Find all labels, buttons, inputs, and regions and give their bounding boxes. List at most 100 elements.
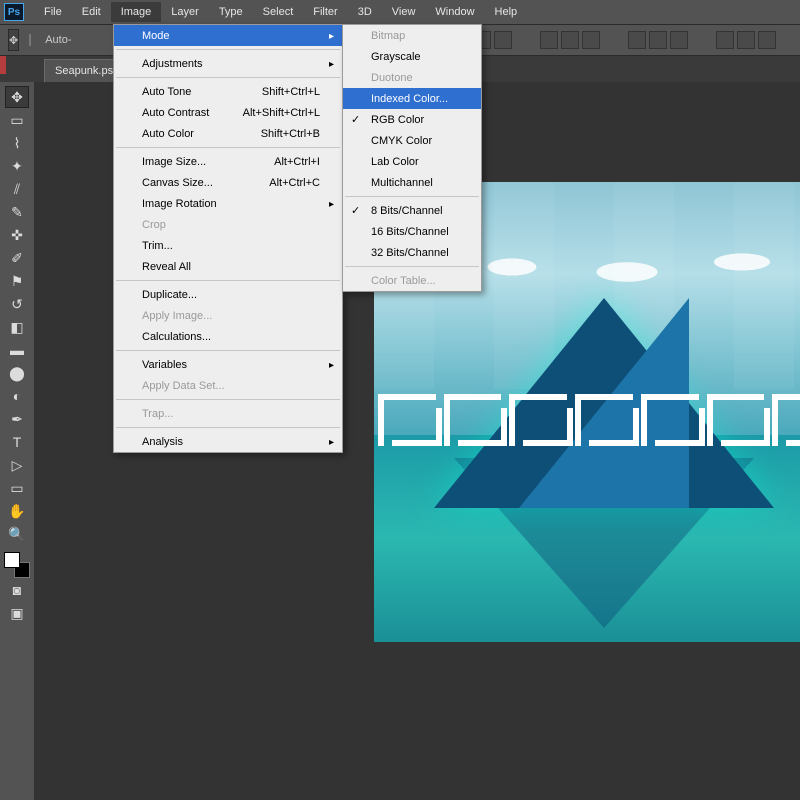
rectangle-tool[interactable]: ▭ bbox=[5, 477, 29, 499]
align-icon[interactable] bbox=[540, 31, 558, 49]
gradient-tool[interactable]: ▬ bbox=[5, 339, 29, 361]
shortcut-label: Shift+Ctrl+L bbox=[262, 86, 320, 98]
mode-grayscale[interactable]: Grayscale bbox=[343, 46, 481, 67]
menubar: Ps File Edit Image Layer Type Select Fil… bbox=[0, 0, 800, 24]
image-menu-adjustments[interactable]: Adjustments bbox=[114, 53, 342, 74]
distribute-group bbox=[628, 31, 688, 49]
menu-separator bbox=[116, 427, 340, 428]
distribute-icon[interactable] bbox=[628, 31, 646, 49]
photoshop-logo: Ps bbox=[4, 3, 24, 21]
mode-32-bits[interactable]: 32 Bits/Channel bbox=[343, 242, 481, 263]
mode-indexed-color[interactable]: Indexed Color... bbox=[343, 88, 481, 109]
menu-separator bbox=[345, 196, 479, 197]
image-menu-auto-tone[interactable]: Auto ToneShift+Ctrl+L bbox=[114, 81, 342, 102]
submenu-arrow-icon bbox=[329, 30, 334, 42]
mode-cmyk-color[interactable]: CMYK Color bbox=[343, 130, 481, 151]
eraser-tool[interactable]: ◧ bbox=[5, 316, 29, 338]
menu-3d[interactable]: 3D bbox=[348, 2, 382, 22]
image-menu-reveal-all[interactable]: Reveal All bbox=[114, 256, 342, 277]
checkmark-icon bbox=[351, 204, 360, 217]
tools-panel: ✥ ▭ ⌇ ✦ ⫽ ✎ ✜ ✐ ⚑ ↺ ◧ ▬ ⬤ ◐ ✒ T ▷ ▭ ✋ 🔍 … bbox=[0, 82, 34, 624]
brush-tool[interactable]: ✐ bbox=[5, 247, 29, 269]
align-icon[interactable] bbox=[561, 31, 579, 49]
color-swatches[interactable] bbox=[4, 552, 30, 578]
distribute-icon[interactable] bbox=[758, 31, 776, 49]
distribute-icon[interactable] bbox=[649, 31, 667, 49]
mode-multichannel[interactable]: Multichannel bbox=[343, 172, 481, 193]
rectangular-marquee-tool[interactable]: ▭ bbox=[5, 109, 29, 131]
move-tool-icon[interactable]: ✥ bbox=[8, 29, 19, 51]
menu-help[interactable]: Help bbox=[485, 2, 528, 22]
image-menu-crop: Crop bbox=[114, 214, 342, 235]
image-menu-trap: Trap... bbox=[114, 403, 342, 424]
shortcut-label: Alt+Shift+Ctrl+L bbox=[243, 107, 320, 119]
submenu-arrow-icon bbox=[329, 359, 334, 371]
menu-file[interactable]: File bbox=[34, 2, 72, 22]
mode-rgb-color[interactable]: RGB Color bbox=[343, 109, 481, 130]
image-menu-mode[interactable]: Mode bbox=[114, 25, 342, 46]
menu-separator bbox=[116, 280, 340, 281]
image-menu-trim[interactable]: Trim... bbox=[114, 235, 342, 256]
type-tool[interactable]: T bbox=[5, 431, 29, 453]
crop-tool[interactable]: ⫽ bbox=[5, 178, 29, 200]
menu-layer[interactable]: Layer bbox=[161, 2, 209, 22]
pen-tool[interactable]: ✒ bbox=[5, 408, 29, 430]
move-tool[interactable]: ✥ bbox=[5, 86, 29, 108]
mode-duotone: Duotone bbox=[343, 67, 481, 88]
menu-type[interactable]: Type bbox=[209, 2, 253, 22]
image-menu-duplicate[interactable]: Duplicate... bbox=[114, 284, 342, 305]
image-menu-variables[interactable]: Variables bbox=[114, 354, 342, 375]
auto-select-checkbox[interactable] bbox=[29, 34, 31, 46]
zoom-tool[interactable]: 🔍 bbox=[5, 523, 29, 545]
align-icon[interactable] bbox=[582, 31, 600, 49]
blur-tool[interactable]: ⬤ bbox=[5, 362, 29, 384]
image-menu-apply-data-set: Apply Data Set... bbox=[114, 375, 342, 396]
lasso-tool[interactable]: ⌇ bbox=[5, 132, 29, 154]
image-menu-analysis[interactable]: Analysis bbox=[114, 431, 342, 452]
mode-16-bits[interactable]: 16 Bits/Channel bbox=[343, 221, 481, 242]
mode-color-table: Color Table... bbox=[343, 270, 481, 291]
menu-window[interactable]: Window bbox=[425, 2, 484, 22]
image-menu-calculations[interactable]: Calculations... bbox=[114, 326, 342, 347]
screen-mode-toggle[interactable]: ▣ bbox=[5, 602, 29, 624]
path-selection-tool[interactable]: ▷ bbox=[5, 454, 29, 476]
image-menu-auto-color[interactable]: Auto ColorShift+Ctrl+B bbox=[114, 123, 342, 144]
menu-image[interactable]: Image bbox=[111, 2, 162, 22]
image-menu-canvas-size[interactable]: Canvas Size...Alt+Ctrl+C bbox=[114, 172, 342, 193]
healing-brush-tool[interactable]: ✜ bbox=[5, 224, 29, 246]
distribute-icon[interactable] bbox=[670, 31, 688, 49]
menu-separator bbox=[116, 399, 340, 400]
dodge-tool[interactable]: ◐ bbox=[5, 385, 29, 407]
mode-8-bits[interactable]: 8 Bits/Channel bbox=[343, 200, 481, 221]
image-menu-image-rotation[interactable]: Image Rotation bbox=[114, 193, 342, 214]
panel-collapse-tab[interactable] bbox=[0, 56, 6, 74]
distribute-icon[interactable] bbox=[716, 31, 734, 49]
menu-separator bbox=[116, 77, 340, 78]
menu-select[interactable]: Select bbox=[253, 2, 304, 22]
eyedropper-tool[interactable]: ✎ bbox=[5, 201, 29, 223]
menu-separator bbox=[116, 49, 340, 50]
image-menu-auto-contrast[interactable]: Auto ContrastAlt+Shift+Ctrl+L bbox=[114, 102, 342, 123]
history-brush-tool[interactable]: ↺ bbox=[5, 293, 29, 315]
align-icon[interactable] bbox=[494, 31, 512, 49]
submenu-arrow-icon bbox=[329, 436, 334, 448]
menu-filter[interactable]: Filter bbox=[303, 2, 347, 22]
mode-lab-color[interactable]: Lab Color bbox=[343, 151, 481, 172]
image-menu-apply-image: Apply Image... bbox=[114, 305, 342, 326]
shortcut-label: Alt+Ctrl+I bbox=[274, 156, 320, 168]
hand-tool[interactable]: ✋ bbox=[5, 500, 29, 522]
image-menu-image-size[interactable]: Image Size...Alt+Ctrl+I bbox=[114, 151, 342, 172]
submenu-arrow-icon bbox=[329, 198, 334, 210]
menu-edit[interactable]: Edit bbox=[72, 2, 111, 22]
foreground-color-swatch[interactable] bbox=[4, 552, 20, 568]
quick-mask-toggle[interactable]: ◙ bbox=[5, 579, 29, 601]
distribute-icon[interactable] bbox=[737, 31, 755, 49]
checkmark-icon bbox=[351, 113, 360, 126]
image-menu-dropdown: Mode Adjustments Auto ToneShift+Ctrl+L A… bbox=[113, 24, 343, 453]
menu-separator bbox=[345, 266, 479, 267]
clone-stamp-tool[interactable]: ⚑ bbox=[5, 270, 29, 292]
shortcut-label: Alt+Ctrl+C bbox=[269, 177, 320, 189]
menu-separator bbox=[116, 350, 340, 351]
menu-view[interactable]: View bbox=[382, 2, 426, 22]
magic-wand-tool[interactable]: ✦ bbox=[5, 155, 29, 177]
